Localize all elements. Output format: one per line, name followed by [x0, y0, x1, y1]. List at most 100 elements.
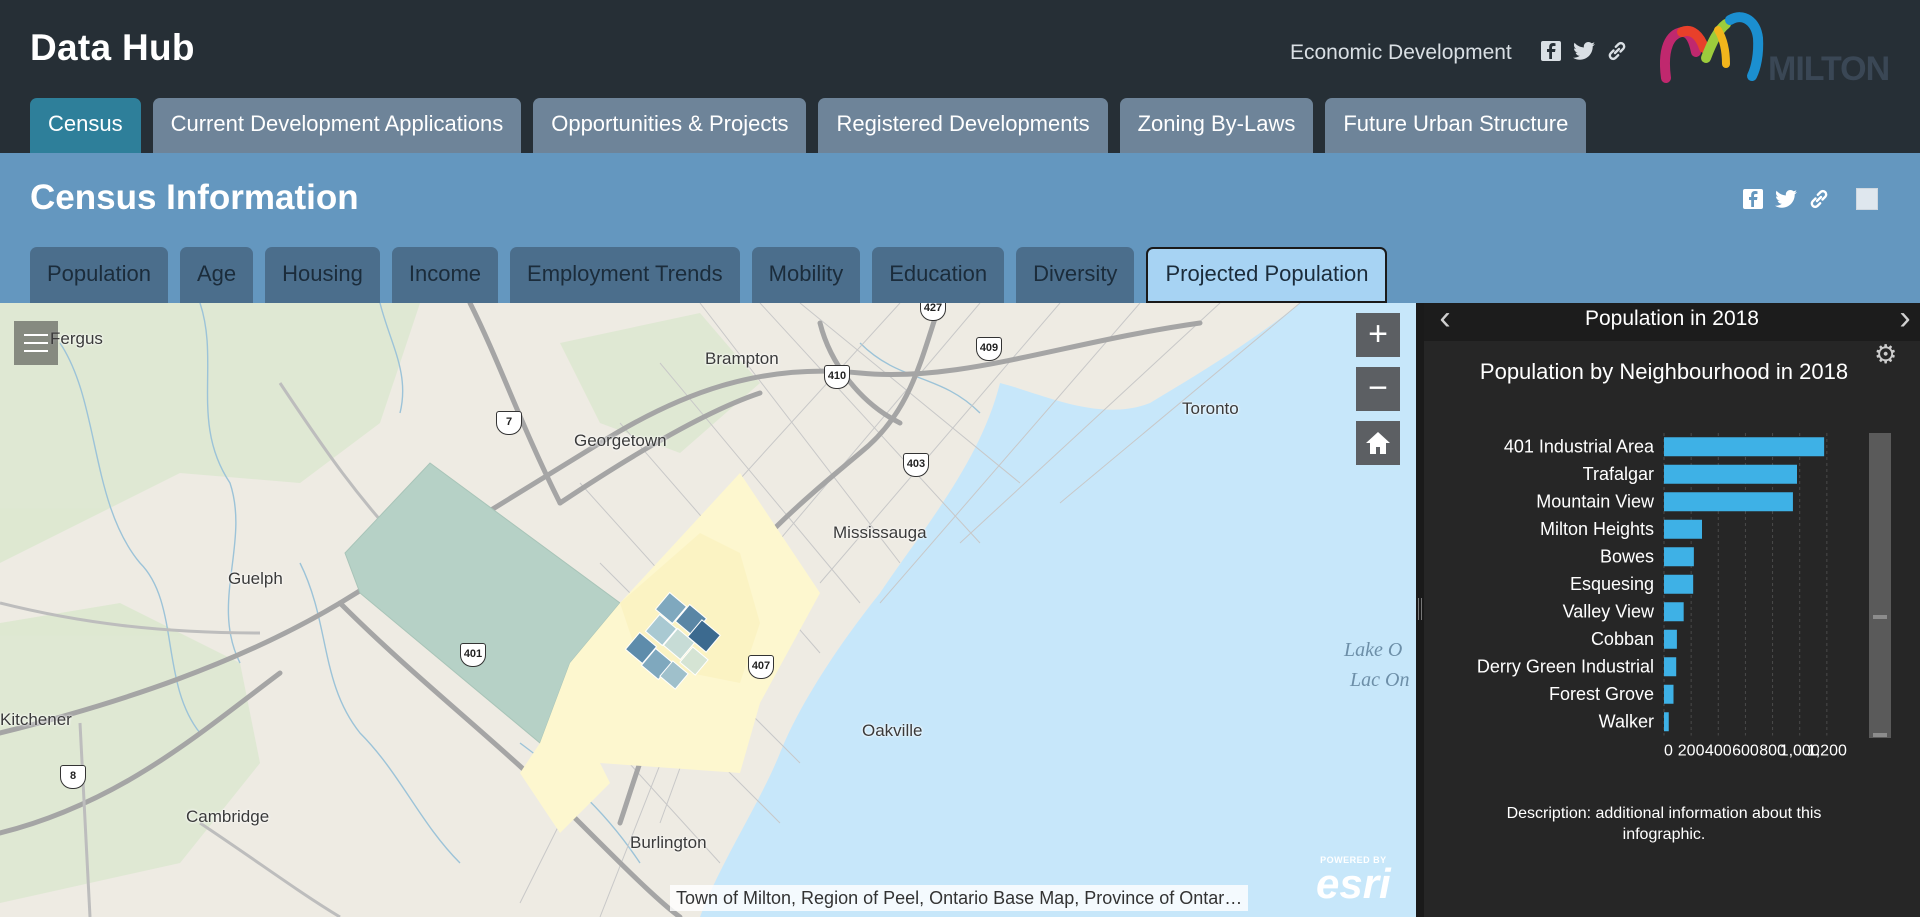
tab-income[interactable]: Income [391, 247, 499, 303]
chart-bar[interactable] [1664, 684, 1674, 704]
facebook-icon[interactable] [1742, 188, 1764, 210]
link-icon[interactable] [1606, 40, 1628, 62]
home-button[interactable] [1356, 421, 1400, 465]
chart-category-labels: 401 Industrial Area Trafalgar Mountain Vie… [1477, 436, 1655, 731]
esri-wordmark: esri [1316, 860, 1391, 907]
panel-splitter[interactable] [1416, 303, 1424, 917]
map-label-burlington: Burlington [630, 833, 707, 852]
chart-x-ticks: 0 200 400 600 8001,0001,200 [1664, 743, 1847, 760]
map-label-georgetown: Georgetown [574, 431, 667, 450]
main-tab-bar: Census Current Development Applications … [30, 98, 1587, 153]
twitter-icon[interactable] [1572, 40, 1596, 62]
road-shield-409: 409 [976, 337, 1002, 361]
category-label: Milton Heights [1540, 519, 1654, 539]
tab-opportunities-projects[interactable]: Opportunities & Projects [533, 98, 807, 153]
tab-census[interactable]: Census [30, 98, 141, 153]
road-shield-8: 8 [60, 765, 86, 789]
category-label: Valley View [1563, 601, 1655, 621]
tab-zoning-by-laws[interactable]: Zoning By-Laws [1119, 98, 1314, 153]
map-label-toronto: Toronto [1182, 399, 1239, 418]
chart-description: Description: additional information abou… [1506, 805, 1822, 843]
x-tick-label: 0 [1664, 743, 1673, 760]
page-title: Census Information [30, 178, 359, 217]
category-label: Trafalgar [1583, 464, 1654, 484]
tab-future-urban-structure[interactable]: Future Urban Structure [1325, 98, 1587, 153]
panel-header: Population in 2018 [1424, 303, 1920, 341]
section-social-links [1742, 188, 1878, 210]
tab-age[interactable]: Age [179, 247, 254, 303]
road-shield-7: 7 [496, 411, 522, 435]
economic-development-link[interactable]: Economic Development [1290, 41, 1512, 65]
previous-button[interactable]: ‹ [1430, 301, 1460, 341]
site-header: Data Hub Economic Development MILTON Cen… [0, 0, 1920, 153]
chart-bar[interactable] [1664, 547, 1694, 567]
site-title: Data Hub [30, 27, 195, 68]
scrollbar-handle-bottom[interactable] [1873, 733, 1887, 737]
milton-logo-text: MILTON [1768, 50, 1890, 88]
x-tick-label: 200 [1678, 743, 1705, 760]
tab-education[interactable]: Education [872, 247, 1005, 303]
tab-registered-developments[interactable]: Registered Developments [818, 98, 1108, 153]
x-tick-label: 1,200 [1807, 743, 1847, 760]
chart-bar[interactable] [1664, 464, 1797, 484]
map-label-kitchener: Kitchener [0, 710, 72, 729]
category-label: Derry Green Industrial [1477, 656, 1654, 676]
tab-housing[interactable]: Housing [265, 247, 380, 303]
map-label-brampton: Brampton [705, 349, 779, 368]
chart-bar[interactable] [1664, 629, 1677, 649]
tab-population[interactable]: Population [30, 247, 168, 303]
category-label: Esquesing [1570, 574, 1654, 594]
map-attribution: Town of Milton, Region of Peel, Ontario … [670, 885, 1249, 911]
chart-bar[interactable] [1664, 657, 1677, 677]
chart-bar[interactable] [1664, 437, 1825, 457]
next-button[interactable]: › [1890, 301, 1920, 341]
facebook-icon[interactable] [1540, 40, 1562, 62]
chart-bar[interactable] [1664, 602, 1684, 622]
splitter-grip-icon [1418, 598, 1422, 620]
tab-projected-population[interactable]: Projected Population [1146, 247, 1388, 303]
gear-icon[interactable]: ⚙ [1874, 339, 1897, 370]
category-label: Mountain View [1536, 491, 1655, 511]
category-label: Walker [1599, 711, 1654, 731]
scrollbar-handle-top[interactable] [1873, 615, 1887, 619]
road-shield-403: 403 [903, 453, 929, 477]
map-label-lake-ontario: Lake O [1344, 639, 1403, 661]
category-label: 401 Industrial Area [1504, 436, 1655, 456]
tab-mobility[interactable]: Mobility [751, 247, 861, 303]
x-tick-label: 400 [1705, 743, 1732, 760]
map-view[interactable]: Fergus Brampton Georgetown Toronto Missi… [0, 303, 1416, 917]
esri-logo[interactable]: POWERED BY esri [1316, 855, 1391, 907]
header-social-links [1540, 40, 1628, 62]
chart-bar[interactable] [1664, 712, 1669, 732]
category-label: Forest Grove [1549, 684, 1654, 704]
category-label: Cobban [1591, 629, 1654, 649]
map-label-guelph: Guelph [228, 569, 283, 588]
twitter-icon[interactable] [1774, 188, 1798, 210]
chart-bar[interactable] [1664, 492, 1793, 512]
menu-icon [24, 334, 48, 336]
category-label: Bowes [1600, 546, 1654, 566]
census-tab-bar: Population Age Housing Income Employment… [30, 247, 1388, 303]
link-icon[interactable] [1808, 188, 1830, 210]
map-label-mississauga: Mississauga [833, 523, 927, 542]
map-label-lac-ontario: Lac On [1350, 669, 1410, 691]
layer-menu-button[interactable] [14, 321, 58, 365]
road-shield-401: 401 [460, 643, 486, 667]
bar-chart: 401 Industrial Area Trafalgar Mountain Vie… [1477, 433, 1891, 760]
tab-diversity[interactable]: Diversity [1016, 247, 1135, 303]
zoom-in-button[interactable]: + [1356, 313, 1400, 357]
tab-employment-trends[interactable]: Employment Trends [510, 247, 740, 303]
home-icon [1366, 432, 1390, 454]
zoom-out-button[interactable]: − [1356, 367, 1400, 411]
map-label-oakville: Oakville [862, 721, 923, 740]
chart-bar[interactable] [1664, 519, 1702, 539]
chart-scrollbar[interactable] [1869, 433, 1891, 738]
tab-current-development-applications[interactable]: Current Development Applications [152, 98, 522, 153]
chart-bar[interactable] [1664, 574, 1694, 594]
broken-image-icon [1856, 188, 1878, 210]
panel-header-title: Population in 2018 [1585, 307, 1759, 330]
section-header: Census Information Population Age Housin… [0, 153, 1920, 303]
infographic-panel: Population in 2018 ‹ › ⚙ Population by N… [1424, 301, 1920, 917]
x-tick-label: 600 [1732, 743, 1759, 760]
chart-title: Population by Neighbourhood in 2018 [1479, 359, 1849, 384]
